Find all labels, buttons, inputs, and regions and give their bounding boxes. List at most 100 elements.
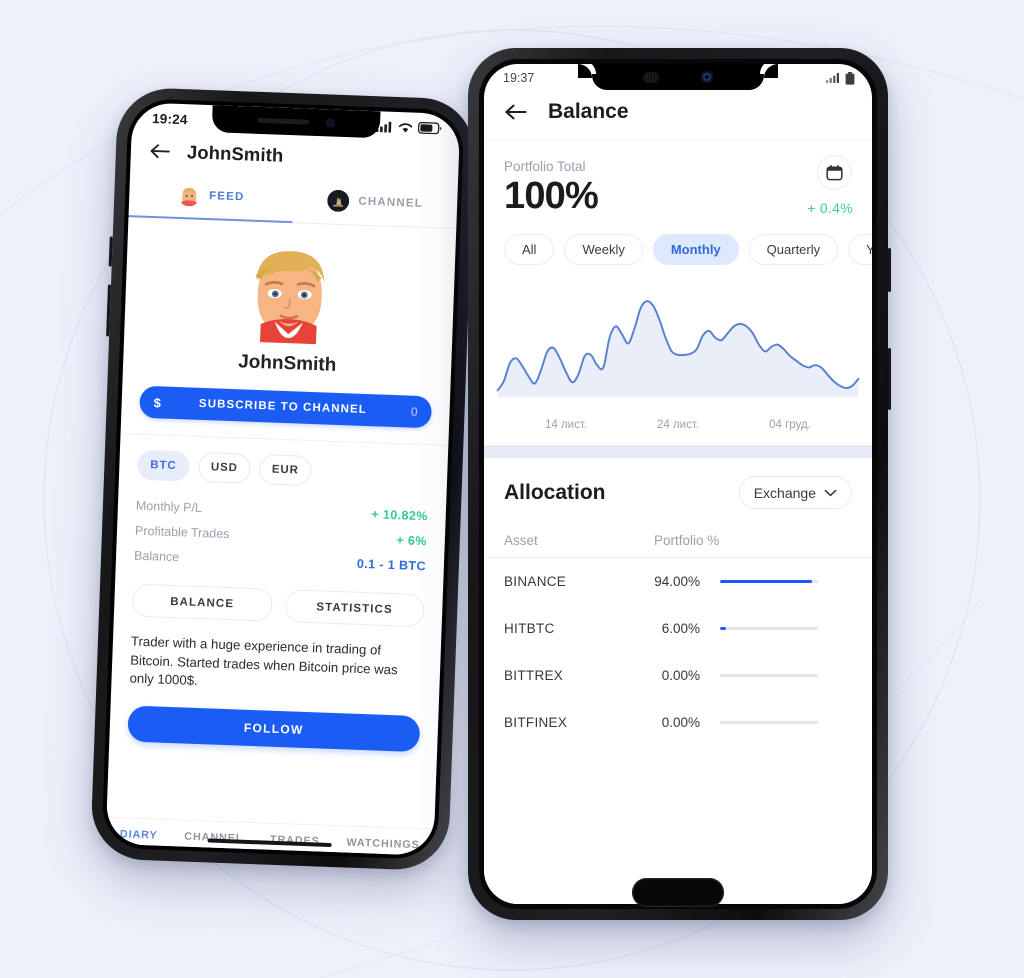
status-time: 19:24 (151, 110, 188, 127)
period-chip-yearly[interactable]: Yearly (848, 234, 872, 265)
stat-value: + 6% (396, 532, 428, 548)
tab-channel-label: CHANNEL (358, 195, 424, 210)
battery-icon (417, 121, 442, 135)
allocation-title: Allocation (504, 480, 606, 504)
subscriber-count: 0 (410, 404, 418, 419)
statistics-button[interactable]: STATISTICS (284, 589, 425, 628)
asset-progress-bar (720, 721, 818, 724)
power-button[interactable] (888, 348, 891, 410)
stat-value: 0.1 - 1 BTC (356, 556, 427, 573)
left-bottom-nav: DIARY CHANNEL TRADES WATCHINGS (105, 816, 435, 856)
asset-percent: 6.00% (661, 621, 700, 636)
asset-progress-bar (720, 627, 818, 630)
table-row[interactable]: BITFINEX 0.00% (484, 699, 872, 746)
table-row[interactable]: HITBTC 6.00% (484, 605, 872, 652)
tab-feed-label: FEED (208, 190, 245, 204)
portfolio-delta: + 0.4% (807, 200, 853, 216)
profile-bio: Trader with a huge experience in trading… (129, 633, 398, 689)
subscribe-label: SUBSCRIBE TO CHANNEL (198, 397, 368, 417)
status-time: 19:37 (503, 71, 535, 85)
balance-button-label: BALANCE (169, 595, 235, 610)
asset-name: BINANCE (504, 574, 567, 589)
back-arrow-icon[interactable] (504, 102, 528, 122)
avatar (124, 217, 456, 353)
calendar-icon (826, 165, 843, 181)
bottom-nav-watchings[interactable]: WATCHINGS (346, 837, 420, 852)
period-filter-row: All Weekly Monthly Quarterly Yearly (484, 218, 872, 265)
portfolio-chart: 14 лист. 24 лист. 04 груд. (484, 265, 872, 431)
stat-key: Profitable Trades (134, 523, 230, 541)
statistics-button-label: STATISTICS (316, 600, 393, 616)
phone-left-profile: 19:24 JohnSmith FEED CHANNEL JohnSmith $… (89, 86, 477, 872)
portfolio-total-label: Portfolio Total (504, 159, 586, 174)
asset-name: BITTREX (504, 668, 564, 683)
currency-chip-btc-label: BTC (150, 459, 177, 473)
battery-icon (845, 71, 855, 85)
period-chip-weekly-label: Weekly (582, 242, 625, 257)
wifi-icon (398, 122, 413, 132)
volume-down-button[interactable] (106, 284, 112, 337)
period-chip-yearly-label: Yearly (866, 242, 872, 257)
user-avatar-illustration (255, 251, 325, 346)
currency-chip-eur-label: EUR (271, 463, 300, 477)
follow-button[interactable]: FOLLOW (127, 705, 421, 753)
asset-percent: 0.00% (661, 715, 700, 730)
period-chip-monthly[interactable]: Monthly (652, 234, 739, 265)
allocation-table-header: Asset Portfolio % (484, 509, 872, 558)
speaker-icon (643, 71, 659, 83)
right-screen: 19:37 Balance Portfolio Total 100% + 0.4… (484, 64, 872, 904)
asset-progress-bar (720, 674, 818, 677)
avatar-face-icon (178, 184, 201, 207)
stat-value: + 10.82% (371, 506, 429, 523)
column-header-portfolio-pct: Portfolio % (654, 533, 720, 548)
follow-button-label: FOLLOW (243, 720, 304, 738)
period-chip-quarterly[interactable]: Quarterly (748, 234, 839, 265)
asset-percent: 0.00% (661, 668, 700, 683)
exchange-filter-label: Exchange (753, 484, 816, 501)
back-arrow-icon[interactable] (149, 141, 172, 162)
front-camera-icon (701, 71, 713, 83)
volume-button[interactable] (888, 248, 891, 292)
asset-progress-bar (720, 580, 818, 583)
exchange-filter-dropdown[interactable]: Exchange (738, 476, 852, 509)
stat-key: Balance (133, 548, 180, 564)
portfolio-area-chart[interactable] (484, 273, 872, 411)
phone-right-balance: 19:37 Balance Portfolio Total 100% + 0.4… (468, 48, 891, 920)
signal-bars-icon (826, 73, 839, 83)
channel-dark-icon (327, 189, 350, 212)
bottom-nav-diary[interactable]: DIARY (120, 828, 158, 841)
table-row[interactable]: BITTREX 0.00% (484, 652, 872, 699)
volume-button[interactable] (108, 236, 113, 267)
tab-feed[interactable]: FEED (129, 172, 295, 222)
period-chip-quarterly-label: Quarterly (766, 242, 821, 257)
table-row[interactable]: BINANCE 94.00% (484, 558, 872, 605)
tab-channel[interactable]: CHANNEL (292, 178, 458, 228)
currency-chip-usd-label: USD (210, 461, 239, 475)
allocation-rows: BINANCE 94.00% HITBTC 6.00% BITTREX 0.00… (484, 558, 872, 862)
currency-chip-btc[interactable]: BTC (136, 449, 190, 482)
front-camera-icon (325, 118, 336, 128)
calendar-button[interactable] (817, 155, 852, 190)
column-header-asset: Asset (504, 533, 538, 548)
allocation-header: Allocation Exchange (484, 458, 872, 509)
period-chip-weekly[interactable]: Weekly (564, 234, 643, 265)
period-chip-all[interactable]: All (504, 234, 555, 265)
page-title: Balance (548, 100, 629, 123)
chart-x-axis: 14 лист. 24 лист. 04 груд. (484, 411, 872, 431)
period-chip-all-label: All (522, 242, 537, 257)
asset-percent: 94.00% (654, 574, 700, 589)
asset-name: BITFINEX (504, 715, 568, 730)
stats-list: Monthly P/L + 10.82% Profitable Trades +… (116, 479, 447, 579)
asset-name: HITBTC (504, 621, 555, 636)
stat-key: Monthly P/L (135, 498, 203, 515)
speaker-icon (257, 117, 310, 125)
balance-button[interactable]: BALANCE (131, 583, 273, 622)
chart-tick-label: 14 лист. (544, 419, 588, 431)
chart-tick-label: 24 лист. (656, 419, 700, 431)
home-button[interactable] (632, 878, 724, 907)
notch (578, 64, 778, 90)
currency-chip-eur[interactable]: EUR (258, 454, 312, 487)
portfolio-total-value: 100% (504, 175, 599, 217)
period-chip-monthly-label: Monthly (670, 242, 721, 257)
currency-chip-usd[interactable]: USD (197, 451, 251, 484)
